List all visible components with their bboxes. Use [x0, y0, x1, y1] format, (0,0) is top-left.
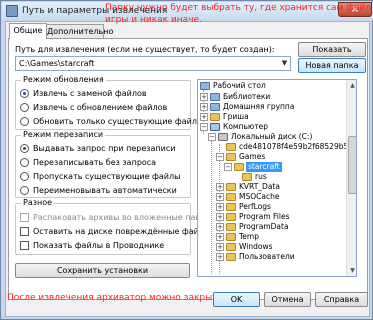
expand-icon[interactable]: +	[216, 193, 224, 201]
tree-node-label: MSOCache	[239, 192, 280, 201]
option-label: Извлечь с заменой файлов	[33, 89, 147, 98]
help-button[interactable]: Справка	[315, 292, 368, 307]
tree-node-label: Гриша	[223, 112, 249, 121]
radio-button-icon[interactable]	[20, 103, 29, 112]
scrollbar-thumb[interactable]	[348, 136, 356, 194]
archive-icon	[6, 5, 18, 17]
annotation-top-line-2: игры и никак иначе.	[105, 15, 202, 25]
tree-node-label: Program Files	[239, 212, 290, 221]
scroll-up-icon[interactable]: ▲	[347, 80, 356, 91]
computer-icon	[210, 123, 220, 131]
folder-icon	[226, 193, 236, 201]
option-label: Распаковать архивы во вложенные папки	[33, 213, 211, 222]
checkbox-icon[interactable]	[20, 241, 29, 250]
tree-node-label: Домашняя группа	[223, 102, 295, 111]
checkbox-icon	[20, 213, 29, 222]
expand-icon[interactable]: +	[216, 203, 224, 211]
cancel-button[interactable]: Отмена	[264, 292, 311, 307]
folder-icon	[226, 153, 236, 161]
save-settings-button[interactable]: Сохранить установки	[15, 263, 190, 278]
update-mode-title: Режим обновления	[21, 75, 106, 84]
tree-node-label: cde481078f4e59b2f68529b5a	[239, 142, 353, 151]
tab-general[interactable]: Общие	[9, 23, 47, 39]
tree-node-label: Windows	[239, 242, 273, 251]
collapse-icon[interactable]: −	[208, 133, 216, 141]
tree-scrollbar[interactable]: ▲ ▼	[346, 80, 356, 276]
update-mode-group: Режим обновления Извлечь с заменой файло…	[15, 75, 203, 130]
option-label: Извлечь с обновлением файлов	[33, 103, 168, 112]
tree-node-label: ProgramData	[239, 222, 289, 231]
libraries-icon	[210, 93, 220, 101]
expand-icon[interactable]: +	[200, 93, 208, 101]
option-label: Обновить только существующие файлы	[33, 117, 204, 126]
path-input[interactable]: C:\Games\starcraft	[15, 56, 291, 71]
folder-icon	[226, 253, 236, 261]
expand-icon[interactable]: +	[200, 103, 208, 111]
radio-button-icon[interactable]	[20, 186, 29, 195]
browse-button[interactable]: Показать	[298, 42, 366, 57]
option-label: Выдавать запрос при перезаписи	[33, 144, 176, 153]
tree-node-label: Пользователи	[239, 252, 295, 261]
folder-icon	[226, 213, 236, 221]
expand-icon[interactable]: +	[216, 243, 224, 251]
tree-node-label: KVRT_Data	[239, 182, 280, 191]
collapse-icon[interactable]: −	[216, 153, 224, 161]
tree-node-label: Библиотеки	[223, 92, 271, 101]
expand-icon[interactable]: +	[216, 233, 224, 241]
tree-node-label: Локальный диск (C:)	[231, 132, 313, 141]
folder-icon	[226, 223, 236, 231]
folder-icon	[242, 173, 252, 181]
option-label: Переименовывать автоматически	[33, 186, 177, 195]
folder-tree[interactable]: Рабочий стол + Библиотеки + Домашняя гру…	[197, 79, 357, 277]
misc-group: Разное Распаковать архивы во вложенные п…	[15, 198, 211, 255]
radio-button-icon[interactable]	[20, 117, 29, 126]
folder-open-icon	[234, 163, 244, 171]
ok-button[interactable]: OK	[213, 292, 260, 307]
folder-icon	[226, 183, 236, 191]
collapse-icon[interactable]: −	[224, 163, 232, 171]
radio-button-icon[interactable]	[20, 144, 29, 153]
expand-icon[interactable]: +	[200, 113, 208, 121]
overwrite-mode-group: Режим перезаписи Выдавать запрос при пер…	[15, 130, 191, 198]
new-folder-button[interactable]: Новая папка	[298, 58, 366, 73]
path-label: Путь для извлечения (если не существует,…	[15, 45, 275, 54]
desktop-icon	[200, 82, 210, 90]
radio-button-icon[interactable]	[20, 172, 29, 181]
folder-icon	[226, 243, 236, 251]
tab-advanced[interactable]: Дополнительно	[46, 24, 113, 39]
option-label: Оставить на диске повреждённые файлы	[33, 227, 211, 236]
scroll-down-icon[interactable]: ▼	[347, 265, 356, 276]
folder-icon	[226, 233, 236, 241]
tree-node-label: rus	[255, 172, 267, 181]
expand-icon[interactable]: +	[216, 213, 224, 221]
expand-icon[interactable]: +	[216, 183, 224, 191]
radio-button-icon[interactable]	[20, 89, 29, 98]
tree-node-label: Games	[239, 152, 266, 161]
extraction-dialog: Путь и параметры извлечения × Общие Допо…	[0, 0, 373, 320]
expand-icon[interactable]: +	[216, 223, 224, 231]
expand-icon[interactable]: +	[216, 253, 224, 261]
tree-node-label: Компьютер	[223, 122, 268, 131]
misc-title: Разное	[21, 198, 55, 207]
option-label: Перезаписывать без запроса	[33, 158, 157, 167]
folder-icon	[226, 203, 236, 211]
collapse-icon[interactable]: −	[200, 123, 208, 131]
checkbox-icon[interactable]	[20, 227, 29, 236]
homegroup-icon	[210, 103, 220, 111]
tree-node-label: Рабочий стол	[213, 81, 266, 90]
annotation-bottom: После извлечения архиватор можно закрыть	[7, 293, 223, 303]
folder-icon	[226, 143, 236, 151]
annotation-top-line-1: Папку нужно будет выбрать ту, где хранит…	[105, 3, 372, 13]
user-folder-icon	[210, 113, 220, 121]
overwrite-mode-title: Режим перезаписи	[21, 130, 106, 139]
tree-node-label: Temp	[239, 232, 259, 241]
drive-icon	[218, 133, 228, 141]
tree-node-label: starcraft	[246, 162, 282, 172]
tree-node-label: PerfLogs	[239, 202, 271, 211]
option-label: Пропускать существующие файлы	[33, 172, 181, 181]
radio-button-icon[interactable]	[20, 158, 29, 167]
option-label: Показать файлы в Проводнике	[33, 241, 165, 250]
chevron-down-icon[interactable]: ▼	[279, 57, 290, 70]
